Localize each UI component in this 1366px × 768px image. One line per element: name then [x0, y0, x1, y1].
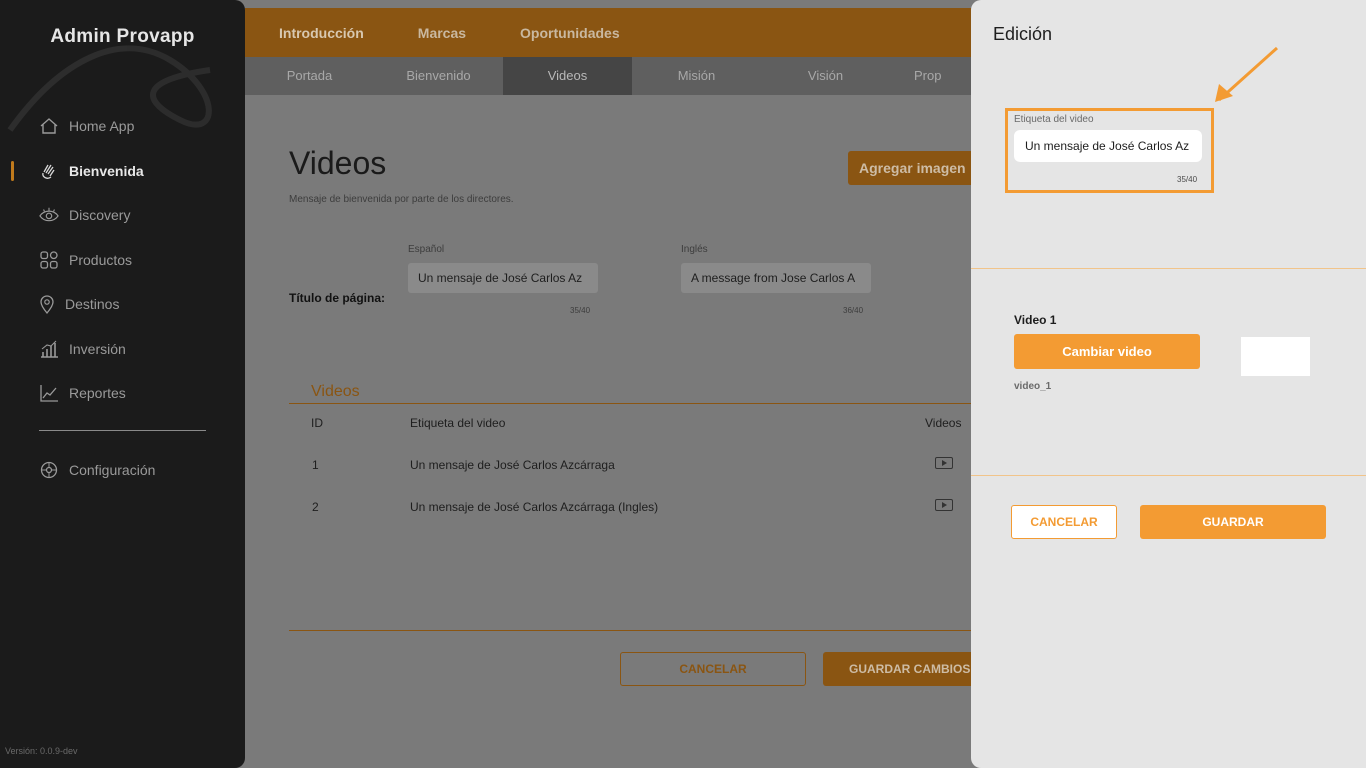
sidebar-item-inversion[interactable]: Inversión — [0, 327, 245, 372]
brand-title: Admin Provapp — [50, 26, 195, 47]
sidebar: Admin Provapp Home App Bienvenida Discov… — [0, 0, 245, 768]
page-title: Videos — [289, 145, 387, 181]
eye-icon — [39, 205, 59, 225]
annotation-arrow-icon — [1215, 46, 1279, 102]
version-label: Versión: 0.0.9-dev — [5, 746, 78, 756]
row-id: 1 — [312, 458, 319, 472]
sidebar-divider — [39, 430, 206, 431]
sidebar-nav: Home App Bienvenida Discovery Productos … — [0, 104, 245, 416]
column-header-id: ID — [311, 416, 323, 430]
panel-save-button[interactable]: GUARDAR — [1140, 505, 1326, 539]
home-icon — [39, 116, 59, 136]
subtab-portada[interactable]: Portada — [245, 57, 374, 95]
sidebar-config-group: Configuración — [0, 448, 245, 493]
sidebar-item-label: Productos — [69, 251, 133, 268]
sidebar-item-label: Home App — [69, 118, 135, 135]
sidebar-item-reportes[interactable]: Reportes — [0, 371, 245, 416]
video-filename: video_1 — [1014, 381, 1052, 392]
spanish-char-count: 35/40 — [570, 306, 591, 315]
sidebar-item-label: Inversión — [69, 340, 126, 357]
cancel-button[interactable]: CANCELAR — [620, 652, 806, 686]
sidebar-item-label: Destinos — [65, 296, 120, 313]
panel-divider — [971, 475, 1366, 476]
row-id: 2 — [312, 500, 319, 514]
sidebar-item-productos[interactable]: Productos — [0, 238, 245, 283]
english-title-input[interactable]: A message from Jose Carlos A — [681, 263, 871, 293]
column-header-videos: Videos — [925, 416, 962, 430]
page-title-row-label: Título de página: — [289, 291, 385, 305]
sidebar-item-label: Configuración — [69, 462, 156, 479]
sidebar-item-label: Reportes — [69, 385, 126, 402]
subtab-vision[interactable]: Visión — [761, 57, 890, 95]
tab-marcas[interactable]: Marcas — [418, 25, 466, 41]
column-header-label: Etiqueta del video — [410, 416, 506, 430]
english-char-count: 36/40 — [843, 306, 864, 315]
waving-hand-icon — [39, 161, 59, 181]
map-pin-icon — [39, 294, 55, 315]
row-label: Un mensaje de José Carlos Azcárraga (Ing… — [410, 500, 659, 514]
tab-oportunidades[interactable]: Oportunidades — [520, 25, 620, 41]
change-video-button[interactable]: Cambiar video — [1014, 334, 1200, 369]
edit-panel: Edición Etiqueta del video Un mensaje de… — [971, 0, 1366, 768]
panel-divider — [971, 268, 1366, 269]
subtab-prop[interactable]: Prop — [890, 57, 954, 95]
sidebar-item-destinos[interactable]: Destinos — [0, 282, 245, 327]
videos-section-title: Videos — [311, 383, 360, 400]
gear-icon — [39, 460, 59, 480]
panel-cancel-button[interactable]: CANCELAR — [1011, 505, 1117, 539]
sidebar-item-discovery[interactable]: Discovery — [0, 193, 245, 238]
play-video-icon[interactable] — [935, 499, 953, 511]
save-changes-button[interactable]: GUARDAR CAMBIOS — [823, 652, 983, 686]
page-subtitle: Mensaje de bienvenida por parte de los d… — [289, 194, 514, 205]
line-chart-icon — [39, 383, 59, 403]
spanish-title-input[interactable]: Un mensaje de José Carlos Az — [408, 263, 598, 293]
english-label: Inglés — [681, 244, 708, 255]
sidebar-item-label: Bienvenida — [69, 162, 144, 179]
video-label-field-label: Etiqueta del video — [1014, 114, 1094, 125]
sidebar-item-bienvenida[interactable]: Bienvenida — [0, 149, 245, 194]
subsection-tabs: Portada Bienvenido Videos Misión Visión … — [245, 57, 971, 95]
tab-introduccion[interactable]: Introducción — [279, 25, 364, 41]
video-label-char-count: 35/40 — [1177, 175, 1198, 184]
video-slot-label: Video 1 — [1014, 313, 1057, 327]
subtab-videos[interactable]: Videos — [503, 57, 632, 95]
section-divider — [289, 403, 971, 404]
sidebar-item-label: Discovery — [69, 207, 131, 224]
sidebar-item-home-app[interactable]: Home App — [0, 104, 245, 149]
video-label-input[interactable]: Un mensaje de José Carlos Az — [1014, 130, 1202, 162]
grid-icon — [39, 250, 59, 270]
section-tabs: Introducción Marcas Oportunidades — [245, 8, 971, 57]
main-content: Videos Mensaje de bienvenida por parte d… — [245, 95, 988, 768]
bottom-divider — [289, 630, 971, 631]
sidebar-item-configuracion[interactable]: Configuración — [0, 448, 245, 493]
add-image-button[interactable]: Agregar imagen — [848, 151, 988, 185]
spanish-label: Español — [408, 244, 445, 255]
panel-title: Edición — [993, 24, 1053, 44]
subtab-mision[interactable]: Misión — [632, 57, 761, 95]
bar-chart-icon — [39, 339, 59, 359]
row-label: Un mensaje de José Carlos Azcárraga — [410, 458, 615, 472]
subtab-bienvenido[interactable]: Bienvenido — [374, 57, 503, 95]
video-thumbnail — [1241, 337, 1310, 376]
play-video-icon[interactable] — [935, 457, 953, 469]
